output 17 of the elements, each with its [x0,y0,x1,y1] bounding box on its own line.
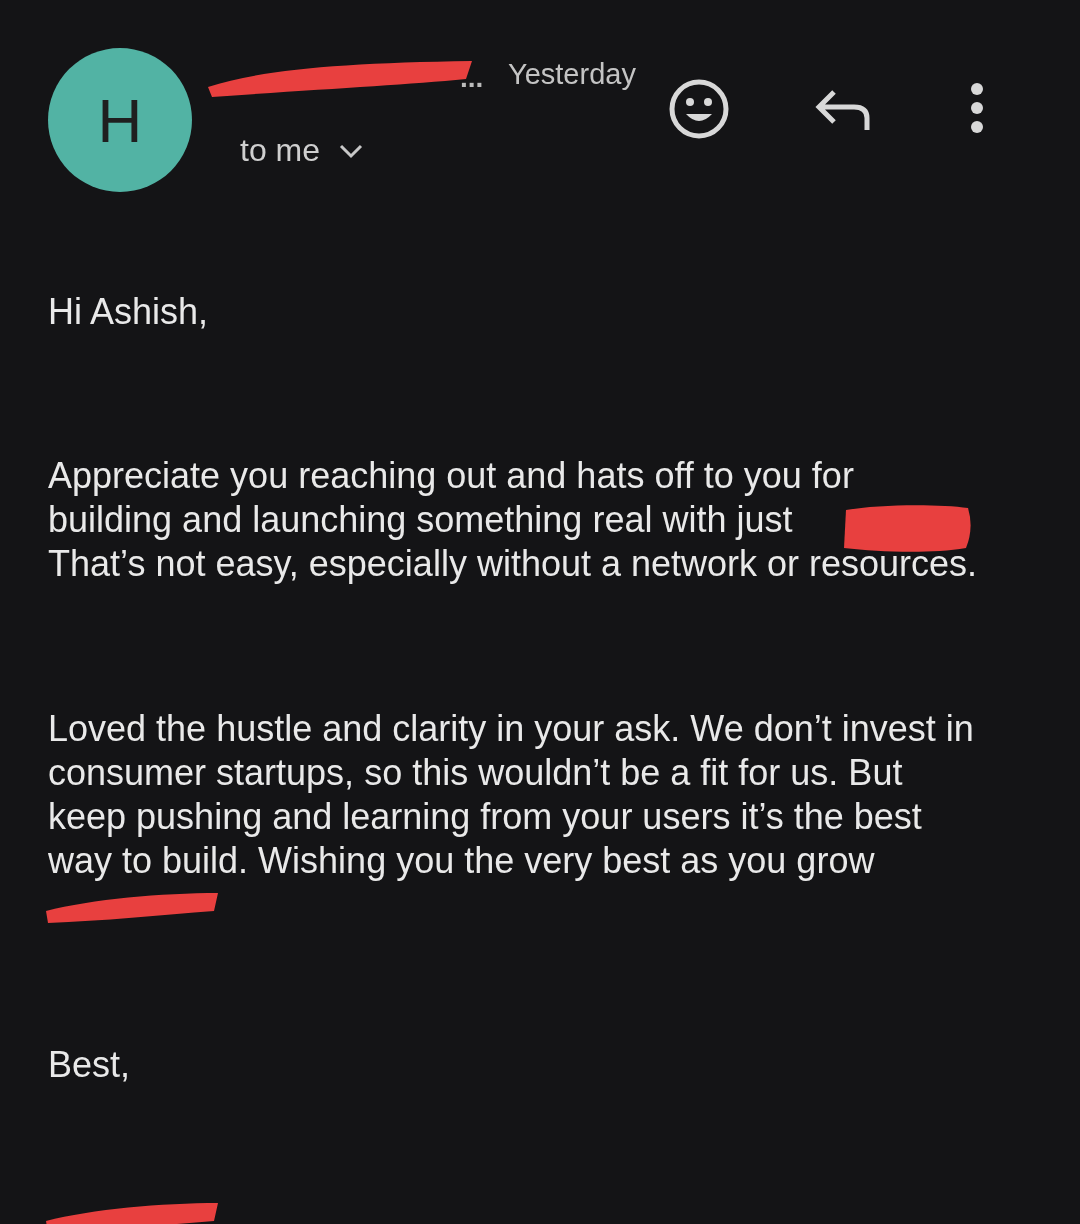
recipient-toggle[interactable]: to me [240,132,365,169]
more-options-icon[interactable] [969,82,985,134]
timestamp: Yesterday [508,57,636,91]
message-line: Loved the hustle and clarity in your ask. We don’t invest in [48,707,974,751]
message-line: building and launching something real with just [48,498,793,542]
message-line: That’s not easy, especially without a network or resources. [48,542,978,586]
chevron-icon [338,142,365,159]
avatar-initial: H [97,84,143,156]
message-line: keep pushing and learning from your users it’s the best [48,795,922,839]
message-line: Best, [48,1043,131,1087]
message-line: way to build. Wishing you the very best as you grow [48,839,875,883]
message-line: Hi Ashish, [48,290,209,334]
sender-name: ... [460,62,484,94]
emoji-icon[interactable] [668,78,730,140]
message-line: Appreciate you reaching out and hats off to you for [48,454,854,498]
message-line: consumer startups, so this wouldn’t be a fit for us. But [48,751,903,795]
reply-icon[interactable] [814,88,872,132]
